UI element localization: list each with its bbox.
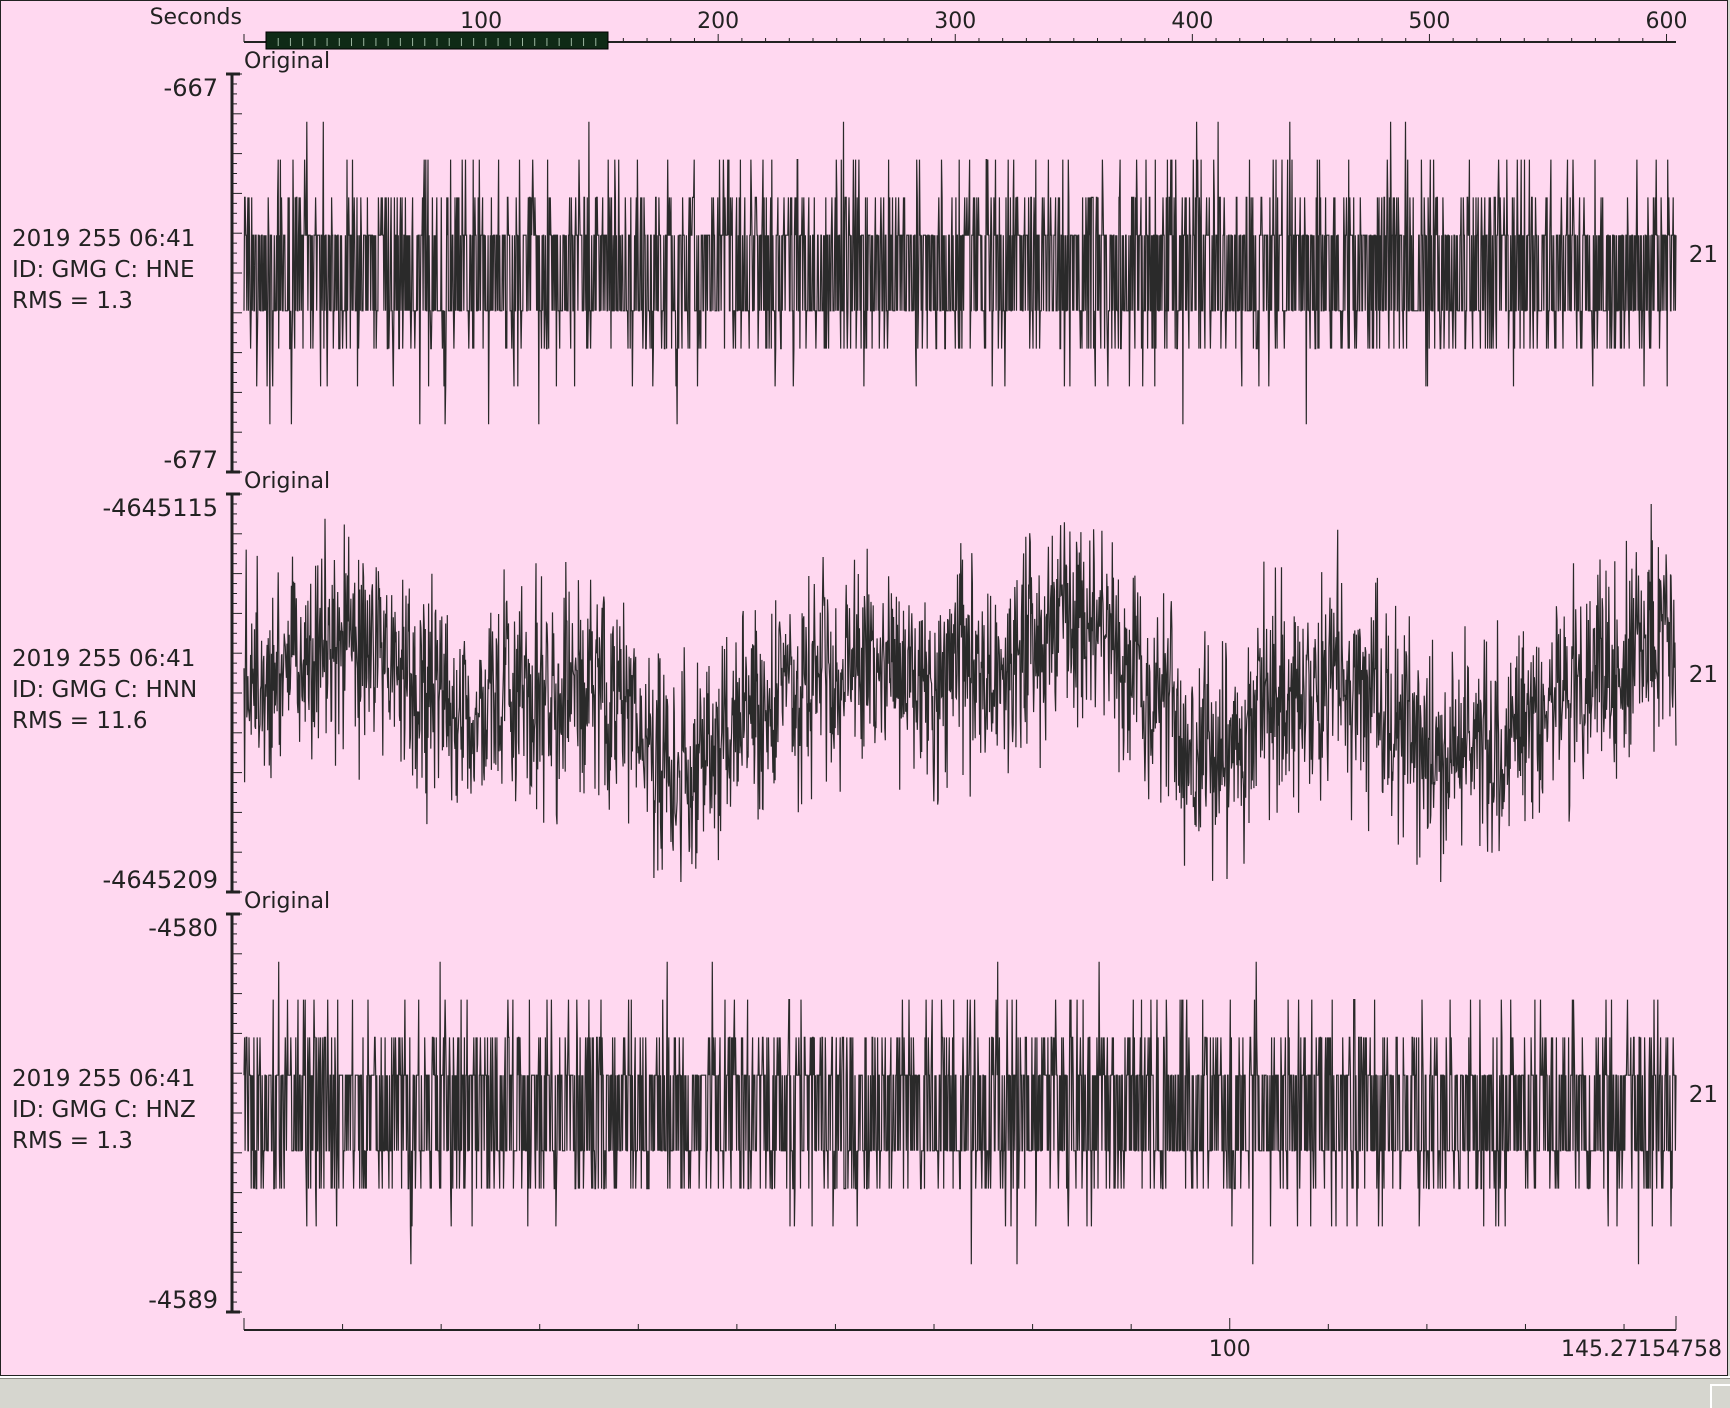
trace-info-line: RMS = 1.3: [12, 1128, 133, 1154]
y-max-label: -4580: [148, 914, 218, 942]
top-axis-tick-label: 200: [697, 9, 739, 34]
bottom-axis-end-label: 145.27154758: [1561, 1337, 1722, 1362]
trace-info-line: 2019 255 06:41: [12, 226, 195, 252]
top-axis-tick-label: 100: [460, 9, 502, 34]
y-min-label: -4645209: [102, 866, 218, 894]
top-axis-label: Seconds: [150, 5, 242, 30]
trace-right-label: 21: [1689, 1082, 1718, 1108]
bottom-axis-tick-label: 100: [1209, 1337, 1251, 1362]
trace-info-line: RMS = 11.6: [12, 708, 148, 734]
trace-info-line: ID: GMG C: HNE: [12, 257, 195, 283]
status-bar: [0, 1376, 1730, 1408]
panel-tag-label: Original: [244, 469, 330, 494]
trace-info-line: 2019 255 06:41: [12, 1066, 195, 1092]
top-axis-tick-label: 400: [1171, 9, 1213, 34]
seismogram-window: 100 200 300 400 500 600 Seconds Original -667 -67…: [0, 0, 1730, 1408]
y-min-label: -4589: [148, 1286, 218, 1314]
trace-right-label: 21: [1689, 662, 1718, 688]
trace-info-line: ID: GMG C: HNN: [12, 677, 197, 703]
y-min-label: -677: [164, 446, 218, 474]
panel-tag-label: Original: [244, 889, 330, 914]
top-axis-tick-label: 600: [1646, 9, 1688, 34]
trace-info-line: RMS = 1.3: [12, 288, 133, 314]
resize-grip-icon[interactable]: [1710, 1384, 1730, 1408]
panel-tag-label: Original: [244, 49, 330, 74]
top-axis-tick-label: 500: [1408, 9, 1450, 34]
trace-info-line: ID: GMG C: HNZ: [12, 1097, 196, 1123]
y-max-label: -667: [164, 74, 218, 102]
trace-right-label: 21: [1689, 242, 1718, 268]
seismogram-plot: 100 200 300 400 500 600SecondsOriginal-667-67…: [0, 0, 1728, 1376]
top-axis-tick-label: 300: [934, 9, 976, 34]
trace-info-line: 2019 255 06:41: [12, 646, 195, 672]
y-max-label: -4645115: [102, 494, 218, 522]
